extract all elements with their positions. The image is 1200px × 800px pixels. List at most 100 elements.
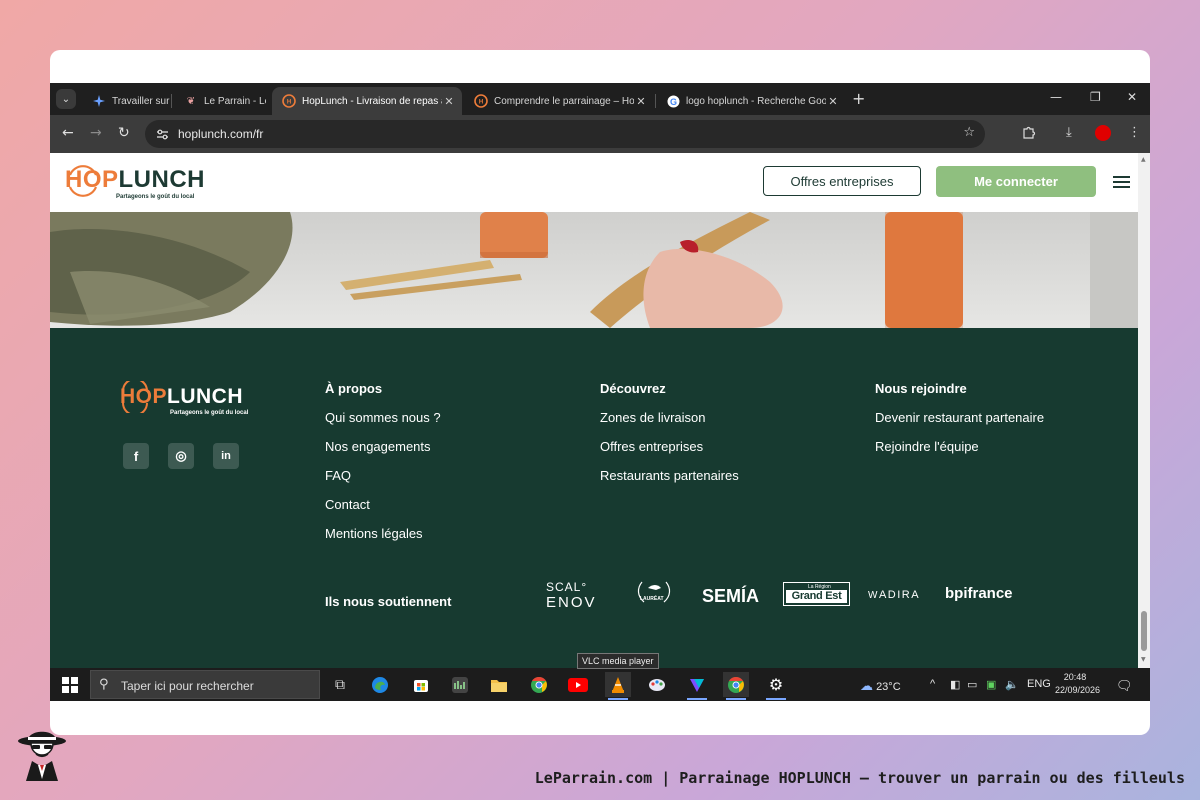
footer-heading-decouvrez: Découvrez <box>600 381 666 396</box>
footer-link[interactable]: FAQ <box>325 468 351 483</box>
footer-heading-nous-rejoindre: Nous rejoindre <box>875 381 967 396</box>
footer-link[interactable]: Rejoindre l'équipe <box>875 439 979 454</box>
bpifrance-logo[interactable]: bpifrance <box>945 585 1013 602</box>
laureat-badge[interactable]: LAURÉAT <box>634 578 674 612</box>
scalenov-top: SCAL° <box>546 580 588 594</box>
back-arrow-icon[interactable]: ← <box>62 125 74 141</box>
settings-gear-icon[interactable]: ⚙ <box>763 672 789 700</box>
clock-date: 22/09/2026 <box>1055 685 1101 695</box>
paint-app-icon[interactable] <box>644 672 670 697</box>
tab-travailler[interactable]: Travailler sur l <box>82 87 170 115</box>
tab-strip: ⌄ Travailler sur l ❦ Le Parrain - Le H H… <box>50 83 1150 115</box>
close-window-icon[interactable]: ✕ <box>1127 90 1137 104</box>
vlc-icon[interactable] <box>605 672 631 700</box>
scalenov-logo[interactable]: SCAL° ENOV <box>546 580 597 611</box>
taskbar-search-input[interactable]: ⚲ Taper ici pour rechercher <box>90 670 320 699</box>
forward-arrow-icon[interactable]: → <box>90 125 102 141</box>
google-icon: G <box>666 94 680 108</box>
scroll-down-icon[interactable]: ▼ <box>1141 656 1146 663</box>
footer-link[interactable]: Zones de livraison <box>600 410 706 425</box>
hoplunch-icon: H <box>282 94 296 108</box>
show-hidden-icons[interactable]: ^ <box>930 678 935 690</box>
grand-est-logo[interactable]: La Région Grand Est <box>783 582 850 606</box>
tab-title: logo hoplunch - Recherche Goo <box>686 95 826 107</box>
tab-title: Comprendre le parrainage – Ho <box>494 95 634 107</box>
battery-icon[interactable]: ▣ <box>986 678 996 691</box>
profile-avatar[interactable] <box>1095 125 1111 141</box>
language-indicator[interactable]: ENG <box>1027 678 1051 690</box>
scroll-thumb[interactable] <box>1141 611 1147 651</box>
clock-time: 20:48 <box>1063 672 1087 682</box>
adira-logo[interactable]: WADIRA <box>868 589 920 601</box>
bookmark-star-icon[interactable]: ☆ <box>963 125 975 140</box>
linkedin-icon[interactable]: in <box>213 443 239 469</box>
tab-separator <box>171 94 172 108</box>
facebook-icon[interactable]: f <box>123 443 149 469</box>
logo-tagline: Partageons le goût du local <box>116 194 195 200</box>
logo-lunch: LUNCH <box>118 166 206 193</box>
page-scrollbar[interactable]: ▲ ▼ <box>1138 153 1150 668</box>
tab-le-parrain[interactable]: ❦ Le Parrain - Le <box>174 87 266 115</box>
volume-icon[interactable]: 🔈 <box>1005 678 1019 691</box>
semia-logo[interactable]: SEMÍA <box>702 586 759 607</box>
footer-link[interactable]: Nos engagements <box>325 439 431 454</box>
me-connecter-button[interactable]: Me connecter <box>936 166 1096 197</box>
system-clock[interactable]: 20:48 22/09/2026 <box>1055 671 1101 697</box>
tab-title: Le Parrain - Le <box>204 95 266 107</box>
windows-taskbar: ⚲ Taper ici pour rechercher ⧉ ⚙ ☁ 23°C ^… <box>50 668 1150 701</box>
footer-link[interactable]: Mentions légales <box>325 526 423 541</box>
address-bar[interactable]: hoplunch.com/fr ☆ <box>145 120 985 148</box>
site-settings-icon[interactable] <box>153 125 171 143</box>
new-tab-button[interactable]: + <box>852 89 865 108</box>
close-tab-icon[interactable]: ✕ <box>634 95 648 108</box>
url-text: hoplunch.com/fr <box>178 127 264 141</box>
edge-icon[interactable] <box>367 672 393 697</box>
tab-title: Travailler sur l <box>112 95 170 107</box>
task-view-icon[interactable]: ⧉ <box>327 672 353 697</box>
chrome-active-icon[interactable] <box>723 672 749 700</box>
tab-google-search[interactable]: G logo hoplunch - Recherche Goo ✕ <box>656 87 846 115</box>
logo-lunch: LUNCH <box>167 385 244 408</box>
cloud-icon: ☁ <box>860 678 873 693</box>
site-header: HOP LUNCH Partageons le goût du local Off… <box>50 153 1138 212</box>
tab-hoplunch[interactable]: H HopLunch - Livraison de repas à ✕ <box>272 87 462 115</box>
kebab-menu-icon[interactable]: ⋮ <box>1128 125 1141 140</box>
footer-link[interactable]: Contact <box>325 497 370 512</box>
stocks-app-icon[interactable] <box>447 672 473 697</box>
scroll-up-icon[interactable]: ▲ <box>1141 156 1146 163</box>
tray-meet-icon[interactable]: ◧ <box>950 678 960 691</box>
windows-start-icon[interactable] <box>62 677 78 693</box>
close-tab-icon[interactable]: ✕ <box>826 95 840 108</box>
hamburger-menu-icon[interactable] <box>1113 176 1130 188</box>
sponsors-title: Ils nous soutiennent <box>325 594 452 609</box>
instagram-icon[interactable]: ◎ <box>168 443 194 469</box>
tab-search-button[interactable]: ⌄ <box>56 89 76 109</box>
footer-link[interactable]: Offres entreprises <box>600 439 703 454</box>
laurel-icon <box>637 581 671 603</box>
store-icon[interactable] <box>408 672 434 697</box>
download-icon[interactable]: ⤓ <box>1066 125 1072 140</box>
extensions-icon[interactable] <box>1022 125 1036 143</box>
logo-tagline: Partageons le goût du local <box>170 410 249 416</box>
offres-entreprises-button[interactable]: Offres entreprises <box>763 166 921 196</box>
network-icon[interactable]: ▭ <box>967 678 977 691</box>
hero-image <box>50 212 1138 328</box>
file-explorer-icon[interactable] <box>486 672 512 697</box>
scalenov-bottom: ENOV <box>546 594 597 611</box>
reload-icon[interactable]: ↻ <box>118 125 130 141</box>
restore-icon[interactable]: ❐ <box>1090 90 1101 104</box>
close-tab-icon[interactable]: ✕ <box>442 95 456 108</box>
footer-link[interactable]: Devenir restaurant partenaire <box>875 410 1044 425</box>
vpn-app-icon[interactable] <box>684 672 710 700</box>
footer-link[interactable]: Qui sommes nous ? <box>325 410 441 425</box>
notifications-icon[interactable]: 🗨 <box>1116 678 1133 694</box>
leparrain-icon: ❦ <box>186 95 196 107</box>
weather-widget[interactable]: ☁ 23°C <box>860 678 901 694</box>
youtube-icon[interactable] <box>565 672 591 697</box>
browser-window: ⌄ Travailler sur l ❦ Le Parrain - Le H H… <box>50 83 1150 701</box>
tab-comprendre-parrainage[interactable]: H Comprendre le parrainage – Ho ✕ <box>464 87 654 115</box>
footer-link[interactable]: Restaurants partenaires <box>600 468 739 483</box>
chrome-icon[interactable] <box>526 672 552 697</box>
laureat-text: LAURÉAT <box>640 596 664 602</box>
minimize-icon[interactable]: — <box>1050 90 1062 104</box>
